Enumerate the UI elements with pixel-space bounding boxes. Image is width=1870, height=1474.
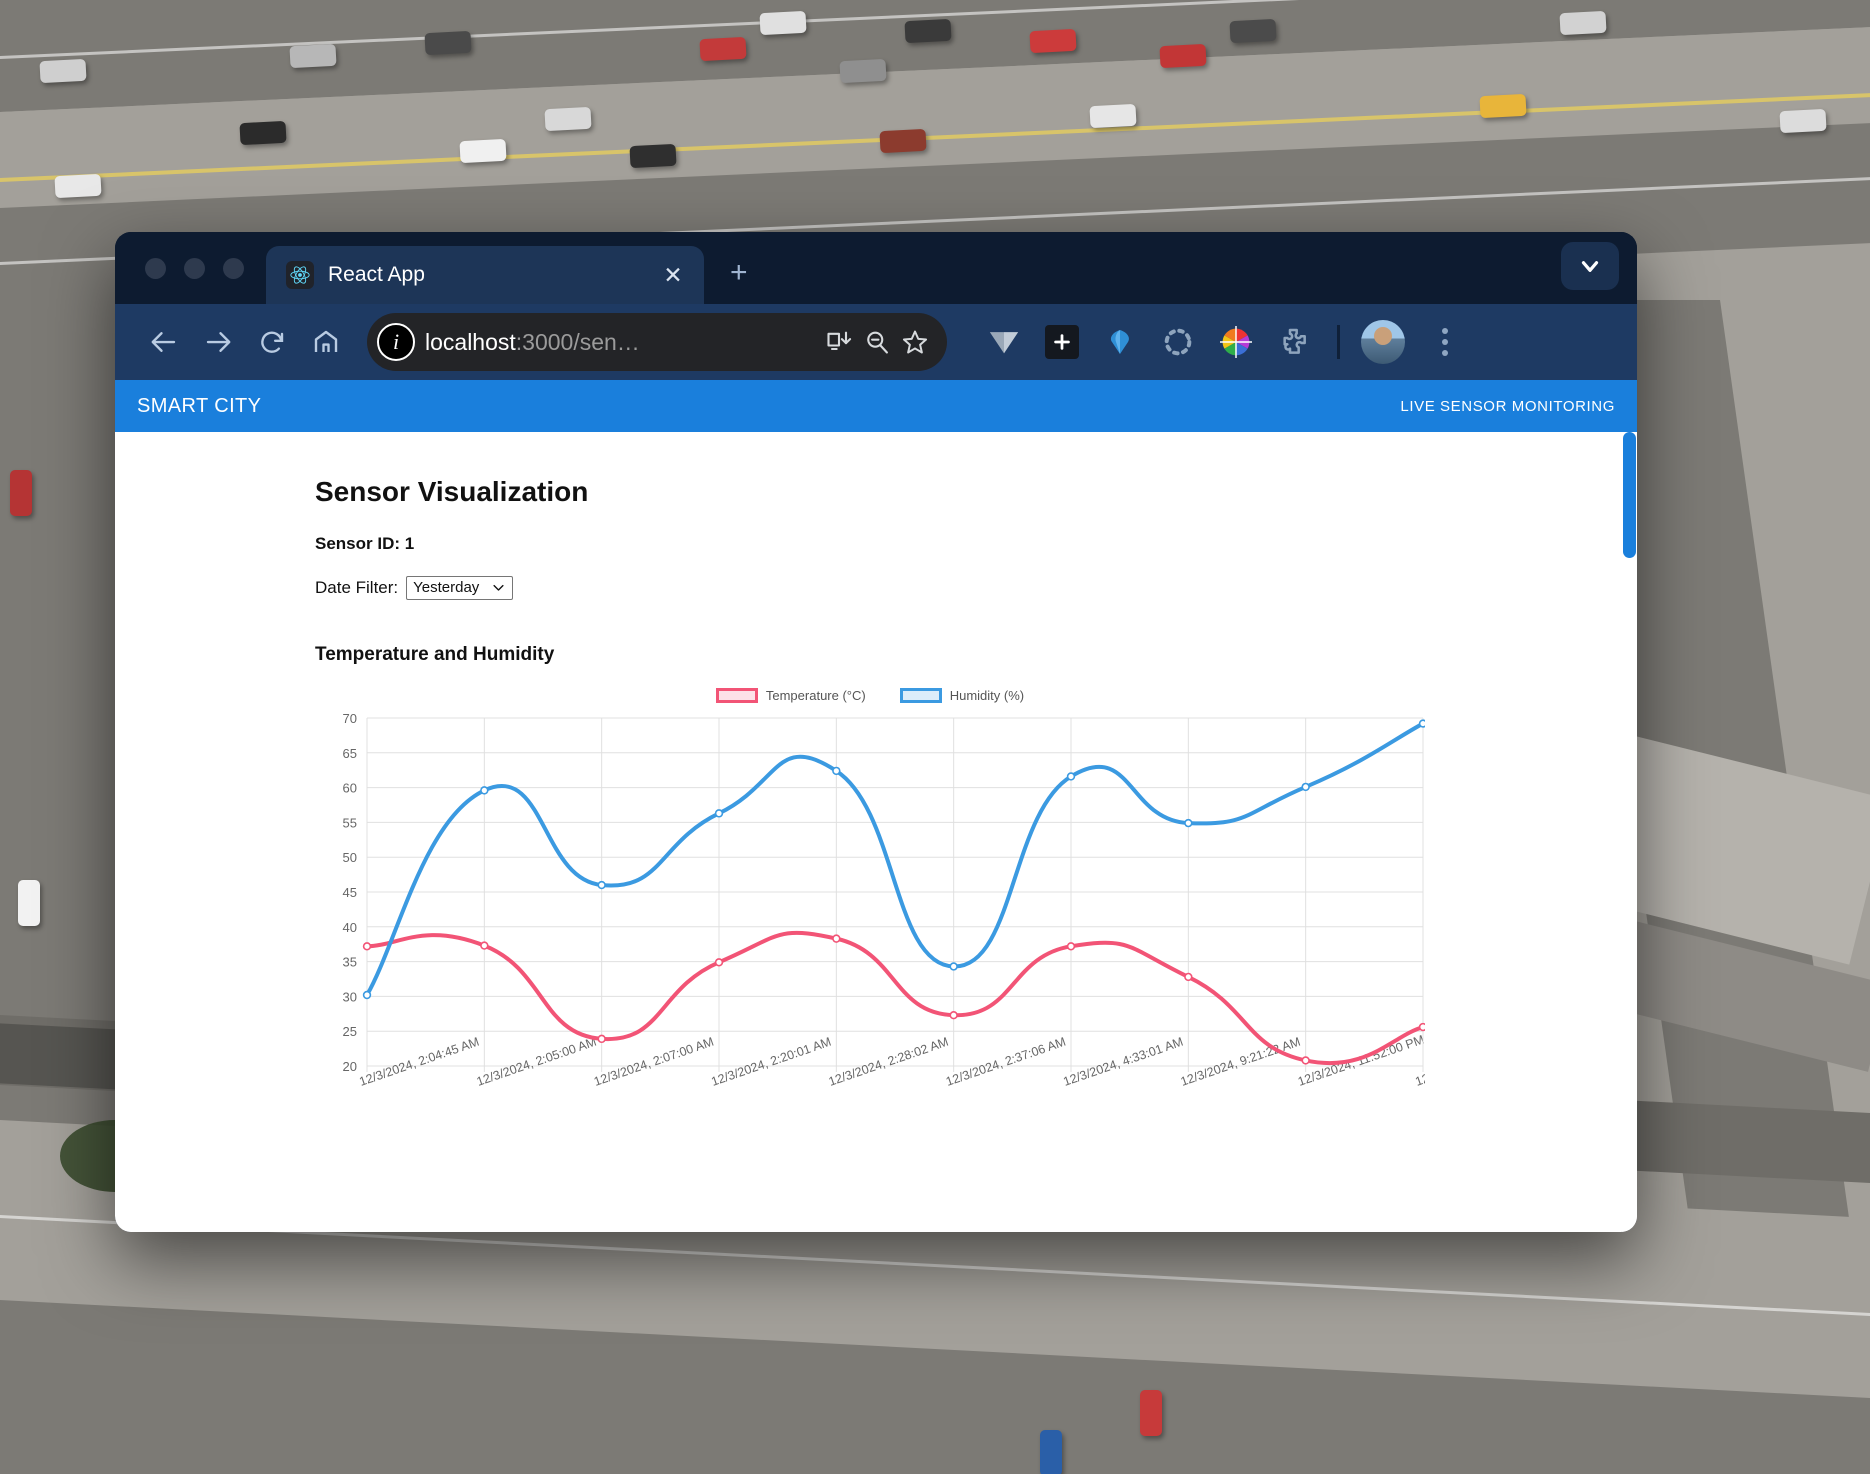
app-header: SMART CITY LIVE SENSOR MONITORING [115, 380, 1637, 432]
color-wheel-extension-icon[interactable] [1207, 313, 1265, 371]
date-filter-value: Yesterday [413, 579, 480, 596]
avatar[interactable] [1354, 313, 1412, 371]
svg-text:35: 35 [343, 955, 357, 970]
chevron-down-icon[interactable] [1561, 242, 1619, 290]
zoom-out-icon[interactable] [863, 328, 891, 356]
window-close-button[interactable] [145, 257, 166, 279]
legend-item-humidity[interactable]: Humidity (%) [899, 688, 1025, 703]
window-minimize-button[interactable] [184, 257, 205, 279]
url-text: localhost:3000/sen… [425, 329, 815, 356]
close-icon[interactable]: ✕ [660, 263, 686, 287]
browser-toolbar: i localhost:3000/sen… [115, 304, 1637, 380]
window-maximize-button[interactable] [223, 257, 244, 279]
svg-text:45: 45 [343, 885, 357, 900]
legend-swatch-temperature [715, 688, 758, 703]
svg-text:55: 55 [343, 815, 357, 830]
page-content: Sensor Visualization Sensor ID: 1 Date F… [115, 432, 1637, 1158]
chart-legend: Temperature (°C) Humidity (%) [315, 688, 1425, 703]
url-path: :3000/sen… [515, 328, 640, 355]
page-scrollbar[interactable] [1622, 432, 1637, 1232]
svg-text:12/3/2024, 2:20:01 AM: 12/3/2024, 2:20:01 AM [709, 1035, 833, 1089]
svg-text:12/3/2024, 9:21:22 AM: 12/3/2024, 9:21:22 AM [1179, 1035, 1303, 1089]
svg-text:12/3/2024, 4:33:01 AM: 12/3/2024, 4:33:01 AM [1061, 1035, 1185, 1089]
svg-text:12/3/2024, 2:04:45 AM: 12/3/2024, 2:04:45 AM [357, 1035, 481, 1089]
url-host: localhost [425, 328, 516, 355]
temperature-humidity-chart: Temperature (°C) Humidity (%) 20 25 30 35 40… [315, 688, 1425, 1158]
svg-text:12/3/2024, 2:37:06 AM: 12/3/2024, 2:37:06 AM [944, 1035, 1068, 1089]
brand-title: SMART CITY [137, 394, 262, 417]
svg-text:12/3/2024, 2:28:02 AM: 12/3/2024, 2:28:02 AM [827, 1035, 951, 1089]
sensor-id-label: Sensor ID: 1 [315, 534, 415, 553]
date-filter-row: Date Filter: Yesterday [315, 576, 1637, 600]
chart-canvas: 20 25 30 35 40 45 50 55 60 65 70 12/3/2024, 2:04:45… [343, 711, 1425, 1089]
page-viewport: SMART CITY LIVE SENSOR MONITORING Sensor… [115, 380, 1637, 1232]
svg-text:12/3/2024, 2:05:00 AM: 12/3/2024, 2:05:00 AM [475, 1035, 599, 1089]
legend-item-temperature[interactable]: Temperature (°C) [715, 688, 866, 703]
star-icon[interactable] [901, 328, 929, 356]
chevron-down-icon [493, 584, 504, 591]
svg-text:65: 65 [343, 746, 357, 761]
new-tab-button[interactable]: + [730, 258, 748, 288]
info-circle-icon[interactable]: i [377, 323, 415, 361]
browser-tab-react-app[interactable]: React App ✕ [266, 246, 704, 304]
install-app-icon[interactable] [825, 328, 853, 356]
puzzle-extensions-icon[interactable] [1265, 313, 1323, 371]
svg-text:25: 25 [343, 1024, 357, 1039]
reload-icon[interactable] [245, 315, 299, 369]
svg-text:50: 50 [343, 850, 357, 865]
vue-devtools-extension-icon[interactable] [975, 313, 1033, 371]
add-extension-icon[interactable] [1033, 313, 1091, 371]
chart-heading: Temperature and Humidity [315, 644, 555, 665]
address-bar[interactable]: i localhost:3000/sen… [367, 313, 947, 371]
scrollbar-thumb[interactable] [1623, 432, 1636, 558]
toolbar-divider [1337, 325, 1340, 359]
diamond-extension-icon[interactable] [1091, 313, 1149, 371]
svg-text:70: 70 [343, 711, 357, 726]
dashed-circle-extension-icon[interactable] [1149, 313, 1207, 371]
page-title: Sensor Visualization [315, 476, 589, 507]
window-controls [135, 232, 266, 304]
date-filter-select[interactable]: Yesterday [406, 576, 514, 600]
kebab-menu-icon[interactable] [1422, 315, 1468, 369]
tab-title: React App [328, 263, 425, 286]
date-filter-label: Date Filter: [315, 578, 399, 597]
arrow-left-icon[interactable] [137, 315, 191, 369]
svg-text:20: 20 [343, 1059, 357, 1074]
app-tagline: LIVE SENSOR MONITORING [1400, 397, 1615, 415]
browser-window: React App ✕ + i localhost:3000/sen… SMAR… [115, 232, 1637, 1232]
svg-text:60: 60 [343, 781, 357, 796]
tab-strip: React App ✕ + [115, 232, 1637, 304]
svg-text:30: 30 [343, 989, 357, 1004]
legend-label-temperature: Temperature (°C) [765, 688, 866, 703]
legend-label-humidity: Humidity (%) [949, 688, 1025, 703]
home-icon[interactable] [299, 315, 353, 369]
react-logo-icon [286, 261, 314, 289]
svg-text:40: 40 [343, 920, 357, 935]
svg-text:12/3/2024, 2:07:00 AM: 12/3/2024, 2:07:00 AM [592, 1035, 716, 1089]
legend-swatch-humidity [899, 688, 942, 703]
extensions-area [975, 313, 1468, 371]
arrow-right-icon[interactable] [191, 315, 245, 369]
